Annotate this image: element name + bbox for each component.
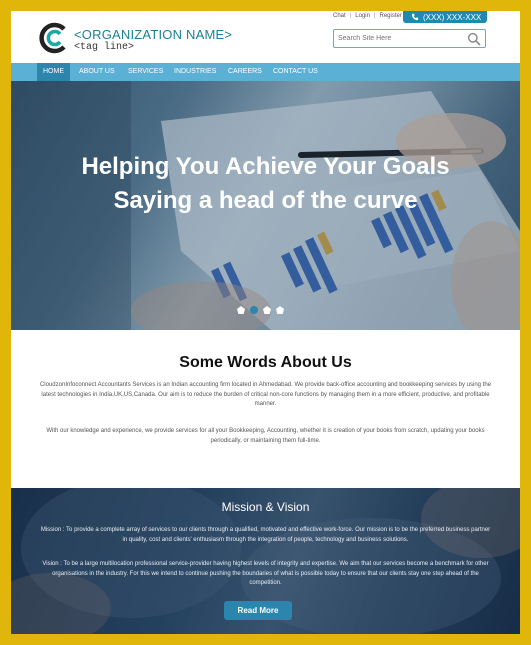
page: <ORGANIZATION NAME> <tag line> Chat | Logi… xyxy=(11,11,520,634)
nav-about-us[interactable]: ABOUT US xyxy=(73,63,121,81)
mission-section: Mission & Vision Mission : To provide a … xyxy=(11,488,520,634)
nav-home[interactable]: HOME xyxy=(37,63,70,81)
hero-slider: Helping You Achieve Your Goals Saying a … xyxy=(11,81,520,330)
nav-services[interactable]: SERVICES xyxy=(122,63,169,81)
search-input[interactable] xyxy=(338,32,463,45)
vision-paragraph: Vision : To be a large multilocation pro… xyxy=(42,561,489,586)
about-paragraph-1: CloudzonInfoconnect Accountants Services… xyxy=(39,382,492,407)
slider-dots xyxy=(237,306,284,316)
login-link[interactable]: Login xyxy=(355,13,370,19)
hero-subheadline: Saying a head of the curve xyxy=(113,187,418,214)
about-heading: Some Words About Us xyxy=(179,354,352,371)
slider-dot-1[interactable] xyxy=(237,306,245,314)
hero-headline: Helping You Achieve Your Goals xyxy=(81,153,450,180)
header: <ORGANIZATION NAME> <tag line> Chat | Logi… xyxy=(11,11,520,63)
phone-number: (XXX) XXX-XXX xyxy=(423,12,482,22)
nav-careers[interactable]: CAREERS xyxy=(222,63,268,81)
top-links: Chat | Login | Register xyxy=(333,13,402,19)
tagline: <tag line> xyxy=(74,42,135,53)
main-nav: HOME ABOUT US SERVICES INDUSTRIES CAREER… xyxy=(11,63,520,81)
mission-paragraph: Mission : To provide a complete array of… xyxy=(40,527,491,543)
slider-dot-2[interactable] xyxy=(250,306,258,314)
read-more-button[interactable]: Read More xyxy=(224,601,292,620)
search-box xyxy=(333,29,486,48)
org-name[interactable]: <ORGANIZATION NAME> xyxy=(74,27,232,42)
register-link[interactable]: Register xyxy=(380,13,402,19)
logo-c-icon[interactable] xyxy=(39,22,71,54)
phone-tab: (XXX) XXX-XXX xyxy=(403,11,487,23)
slider-dot-3[interactable] xyxy=(263,306,271,314)
chat-link[interactable]: Chat xyxy=(333,13,346,19)
mission-heading: Mission & Vision xyxy=(221,500,310,514)
nav-industries[interactable]: INDUSTRIES xyxy=(168,63,222,81)
about-paragraph-2: With our knowledge and experience, we pr… xyxy=(46,428,485,444)
phone-icon xyxy=(411,13,419,21)
nav-contact-us[interactable]: CONTACT US xyxy=(267,63,324,81)
slider-dot-4[interactable] xyxy=(276,306,284,314)
search-icon[interactable] xyxy=(467,32,481,46)
